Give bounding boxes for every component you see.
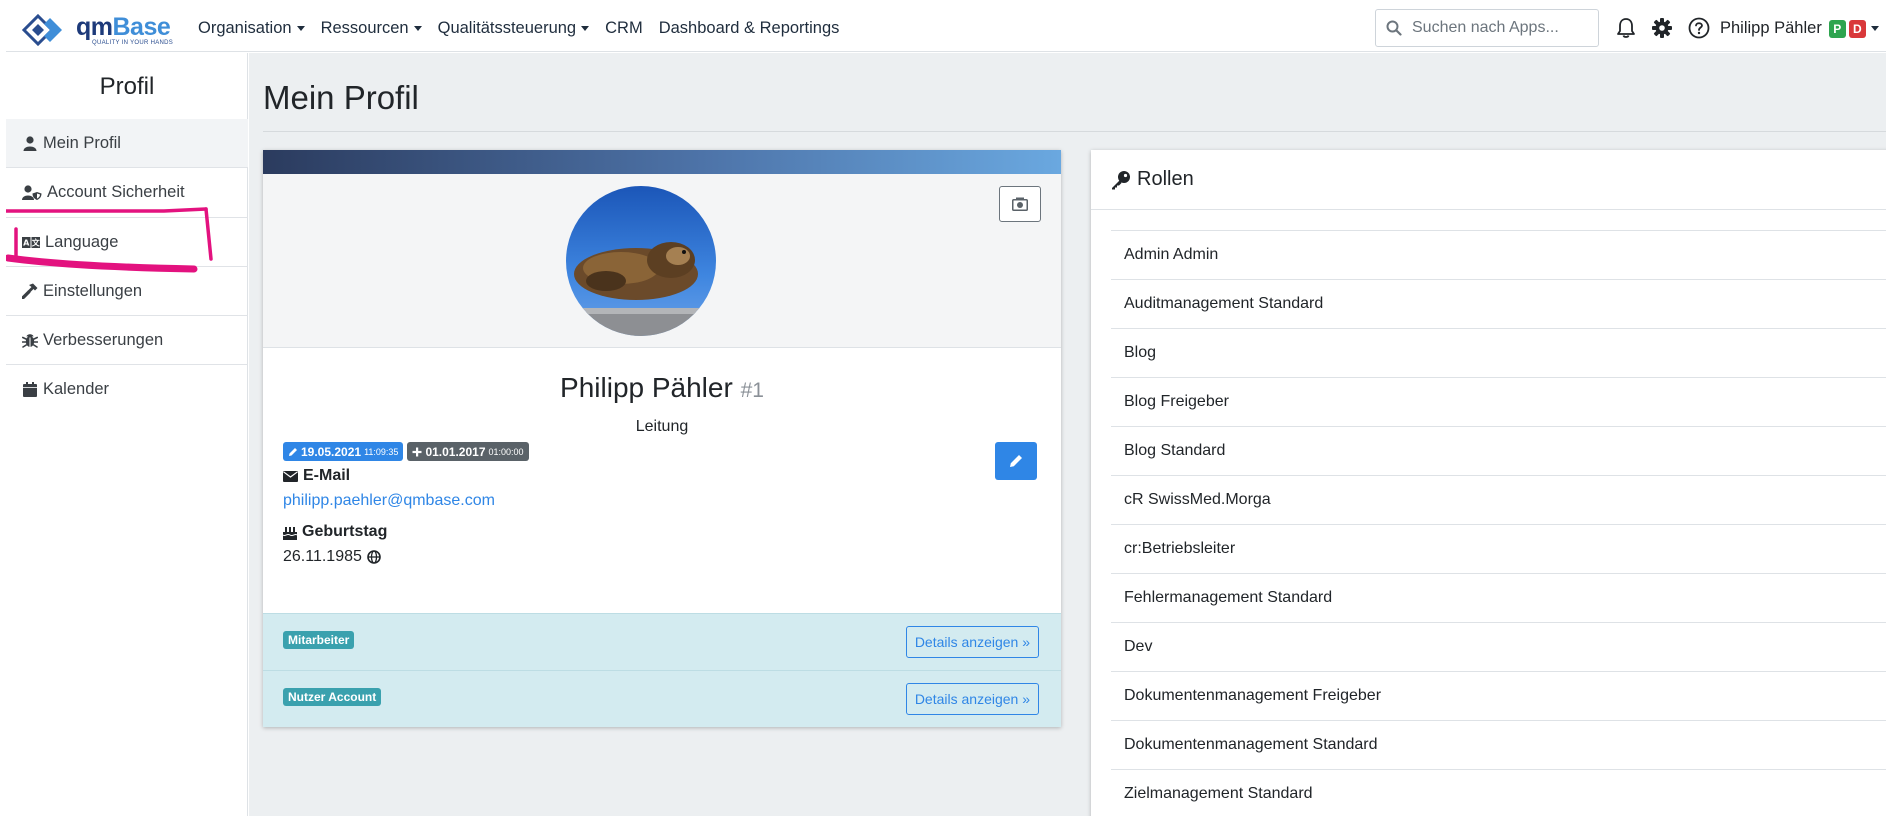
edit-profile-button[interactable] [995,442,1037,480]
brand-tagline: QUALITY IN YOUR HANDS [92,40,174,46]
email-value: philipp.paehler@qmbase.com [283,492,495,510]
otter-photo [566,186,716,336]
profile-meta: 19.05.2021 11:09:35 01.01.2017 01:00:00 [283,442,529,461]
main-content: Mein Profil Philipp Pähler #1 Leitung 19… [249,53,1886,816]
user-shield-icon [21,185,43,201]
sidebar-item-label: Kalender [43,380,110,398]
profile-name: Philipp Pähler #1 [560,372,764,403]
sidebar-item-label: Mein Profil [43,133,121,152]
bell-icon[interactable] [1613,15,1639,41]
search-input[interactable] [1412,19,1582,37]
roles-header: Rollen [1091,150,1886,210]
globe-icon [367,550,381,564]
birthday-label: Geburtstag [283,523,387,541]
user-name-label: Philipp Pähler [1720,19,1822,37]
nav-organisation[interactable]: Organisation [198,19,305,38]
hammer-icon [21,283,39,299]
user-icon [21,135,39,151]
role-item[interactable]: cr:Betriebsleiter [1111,524,1886,573]
role-item[interactable]: Zielmanagement Standard [1111,769,1886,816]
plus-icon [412,447,422,456]
language-icon: A文 [21,234,41,250]
pencil-icon [289,447,297,456]
section-badge-nutzer-account: Nutzer Account [283,688,382,706]
sidebar-item-label: Account Sicherheit [47,183,185,201]
sidebar-item-account-sicherheit[interactable]: Account Sicherheit [6,168,248,218]
profile-photo-area [263,174,1061,348]
profile-id: #1 [740,379,764,402]
section-nutzer-account: Nutzer Account Details anzeigen » [263,670,1061,727]
role-item[interactable]: Dev [1111,622,1886,671]
profile-banner [263,150,1061,174]
nav-crm[interactable]: CRM [605,19,643,38]
chevron-down-icon [1870,26,1879,31]
bug-icon [21,332,39,348]
search-icon [1386,20,1402,36]
brand-logo[interactable]: qmBase QUALITY IN YOUR HANDS [22,11,174,49]
sidebar-item-language[interactable]: A文 Language [6,218,248,267]
avatar [566,186,716,336]
details-button-nutzer-account[interactable]: Details anzeigen » [905,683,1039,715]
qmbase-logo-icon [22,14,62,46]
email-label: E-Mail [283,467,350,485]
gear-icon[interactable] [1649,15,1675,41]
divider [263,131,1886,132]
email-link[interactable]: philipp.paehler@qmbase.com [283,492,495,510]
sidebar-title: Profil [99,73,155,100]
sidebar-item-kalender[interactable]: Kalender [6,365,248,414]
role-item[interactable]: Dokumentenmanagement Freigeber [1111,671,1886,720]
nav-ressourcen[interactable]: Ressourcen [321,19,422,38]
sidebar-item-label: Language [45,232,119,251]
sidebar-item-label: Einstellungen [43,281,143,300]
role-item[interactable]: Dokumentenmanagement Standard [1111,720,1886,769]
sidebar-item-label: Verbesserungen [43,330,164,349]
role-item[interactable]: Admin Admin [1111,230,1886,279]
change-photo-button[interactable] [999,186,1041,222]
role-item[interactable]: Blog Freigeber [1111,377,1886,426]
svg-text:文: 文 [32,237,40,247]
birthday-cake-icon [283,526,297,540]
roles-card: Rollen Admin Admin Auditmanagement Stand… [1091,150,1886,816]
pencil-icon [1010,455,1022,467]
sidebar-item-einstellungen[interactable]: Einstellungen [6,267,248,316]
brand-name: qmBase [76,13,171,41]
status-badge-p: P [1828,19,1846,38]
camera-icon [1012,197,1028,211]
chevron-down-icon [413,26,422,31]
page-title: Mein Profil [263,79,419,116]
main-menu: Organisation Ressourcen Qualitätssteueru… [198,19,855,38]
role-item[interactable]: Fehlermanagement Standard [1111,573,1886,622]
role-item[interactable]: Blog [1111,328,1886,377]
envelope-icon [283,470,298,482]
help-icon[interactable] [1686,15,1712,41]
sidebar-item-verbesserungen[interactable]: Verbesserungen [6,316,248,365]
user-menu[interactable]: Philipp Pähler P D [1720,19,1879,38]
chevron-down-icon [296,26,305,31]
updated-badge: 19.05.2021 11:09:35 [283,442,404,461]
profile-role: Leitung [635,418,689,435]
svg-text:A: A [23,238,30,247]
calendar-icon [21,382,39,398]
details-button-mitarbeiter[interactable]: Details anzeigen » [905,626,1039,658]
top-navbar: qmBase QUALITY IN YOUR HANDS Organisatio… [6,6,1886,52]
profile-sidebar: Profil Mein Profil Account Sicherheit A文… [6,53,248,816]
nav-qualitaetssteuerung[interactable]: Qualitätssteuerung [438,19,590,38]
section-mitarbeiter: Mitarbeiter Details anzeigen » [263,613,1061,670]
role-item[interactable]: cR SwissMed.Morga [1111,475,1886,524]
created-badge: 01.01.2017 01:00:00 [407,442,529,461]
status-badge-d: D [1848,19,1866,38]
key-icon [1112,170,1130,189]
app-search-box[interactable] [1375,9,1599,47]
section-badge-mitarbeiter: Mitarbeiter [283,631,355,649]
chevron-down-icon [581,26,590,31]
role-item[interactable]: Blog Standard [1111,426,1886,475]
sidebar-item-mein-profil[interactable]: Mein Profil [6,119,248,168]
nav-dashboard-reportings[interactable]: Dashboard & Reportings [659,19,840,38]
profile-card: Philipp Pähler #1 Leitung 19.05.2021 11:0… [263,150,1061,727]
birthday-value: 26.11.1985 [283,548,381,566]
role-item[interactable]: Auditmanagement Standard [1111,279,1886,328]
